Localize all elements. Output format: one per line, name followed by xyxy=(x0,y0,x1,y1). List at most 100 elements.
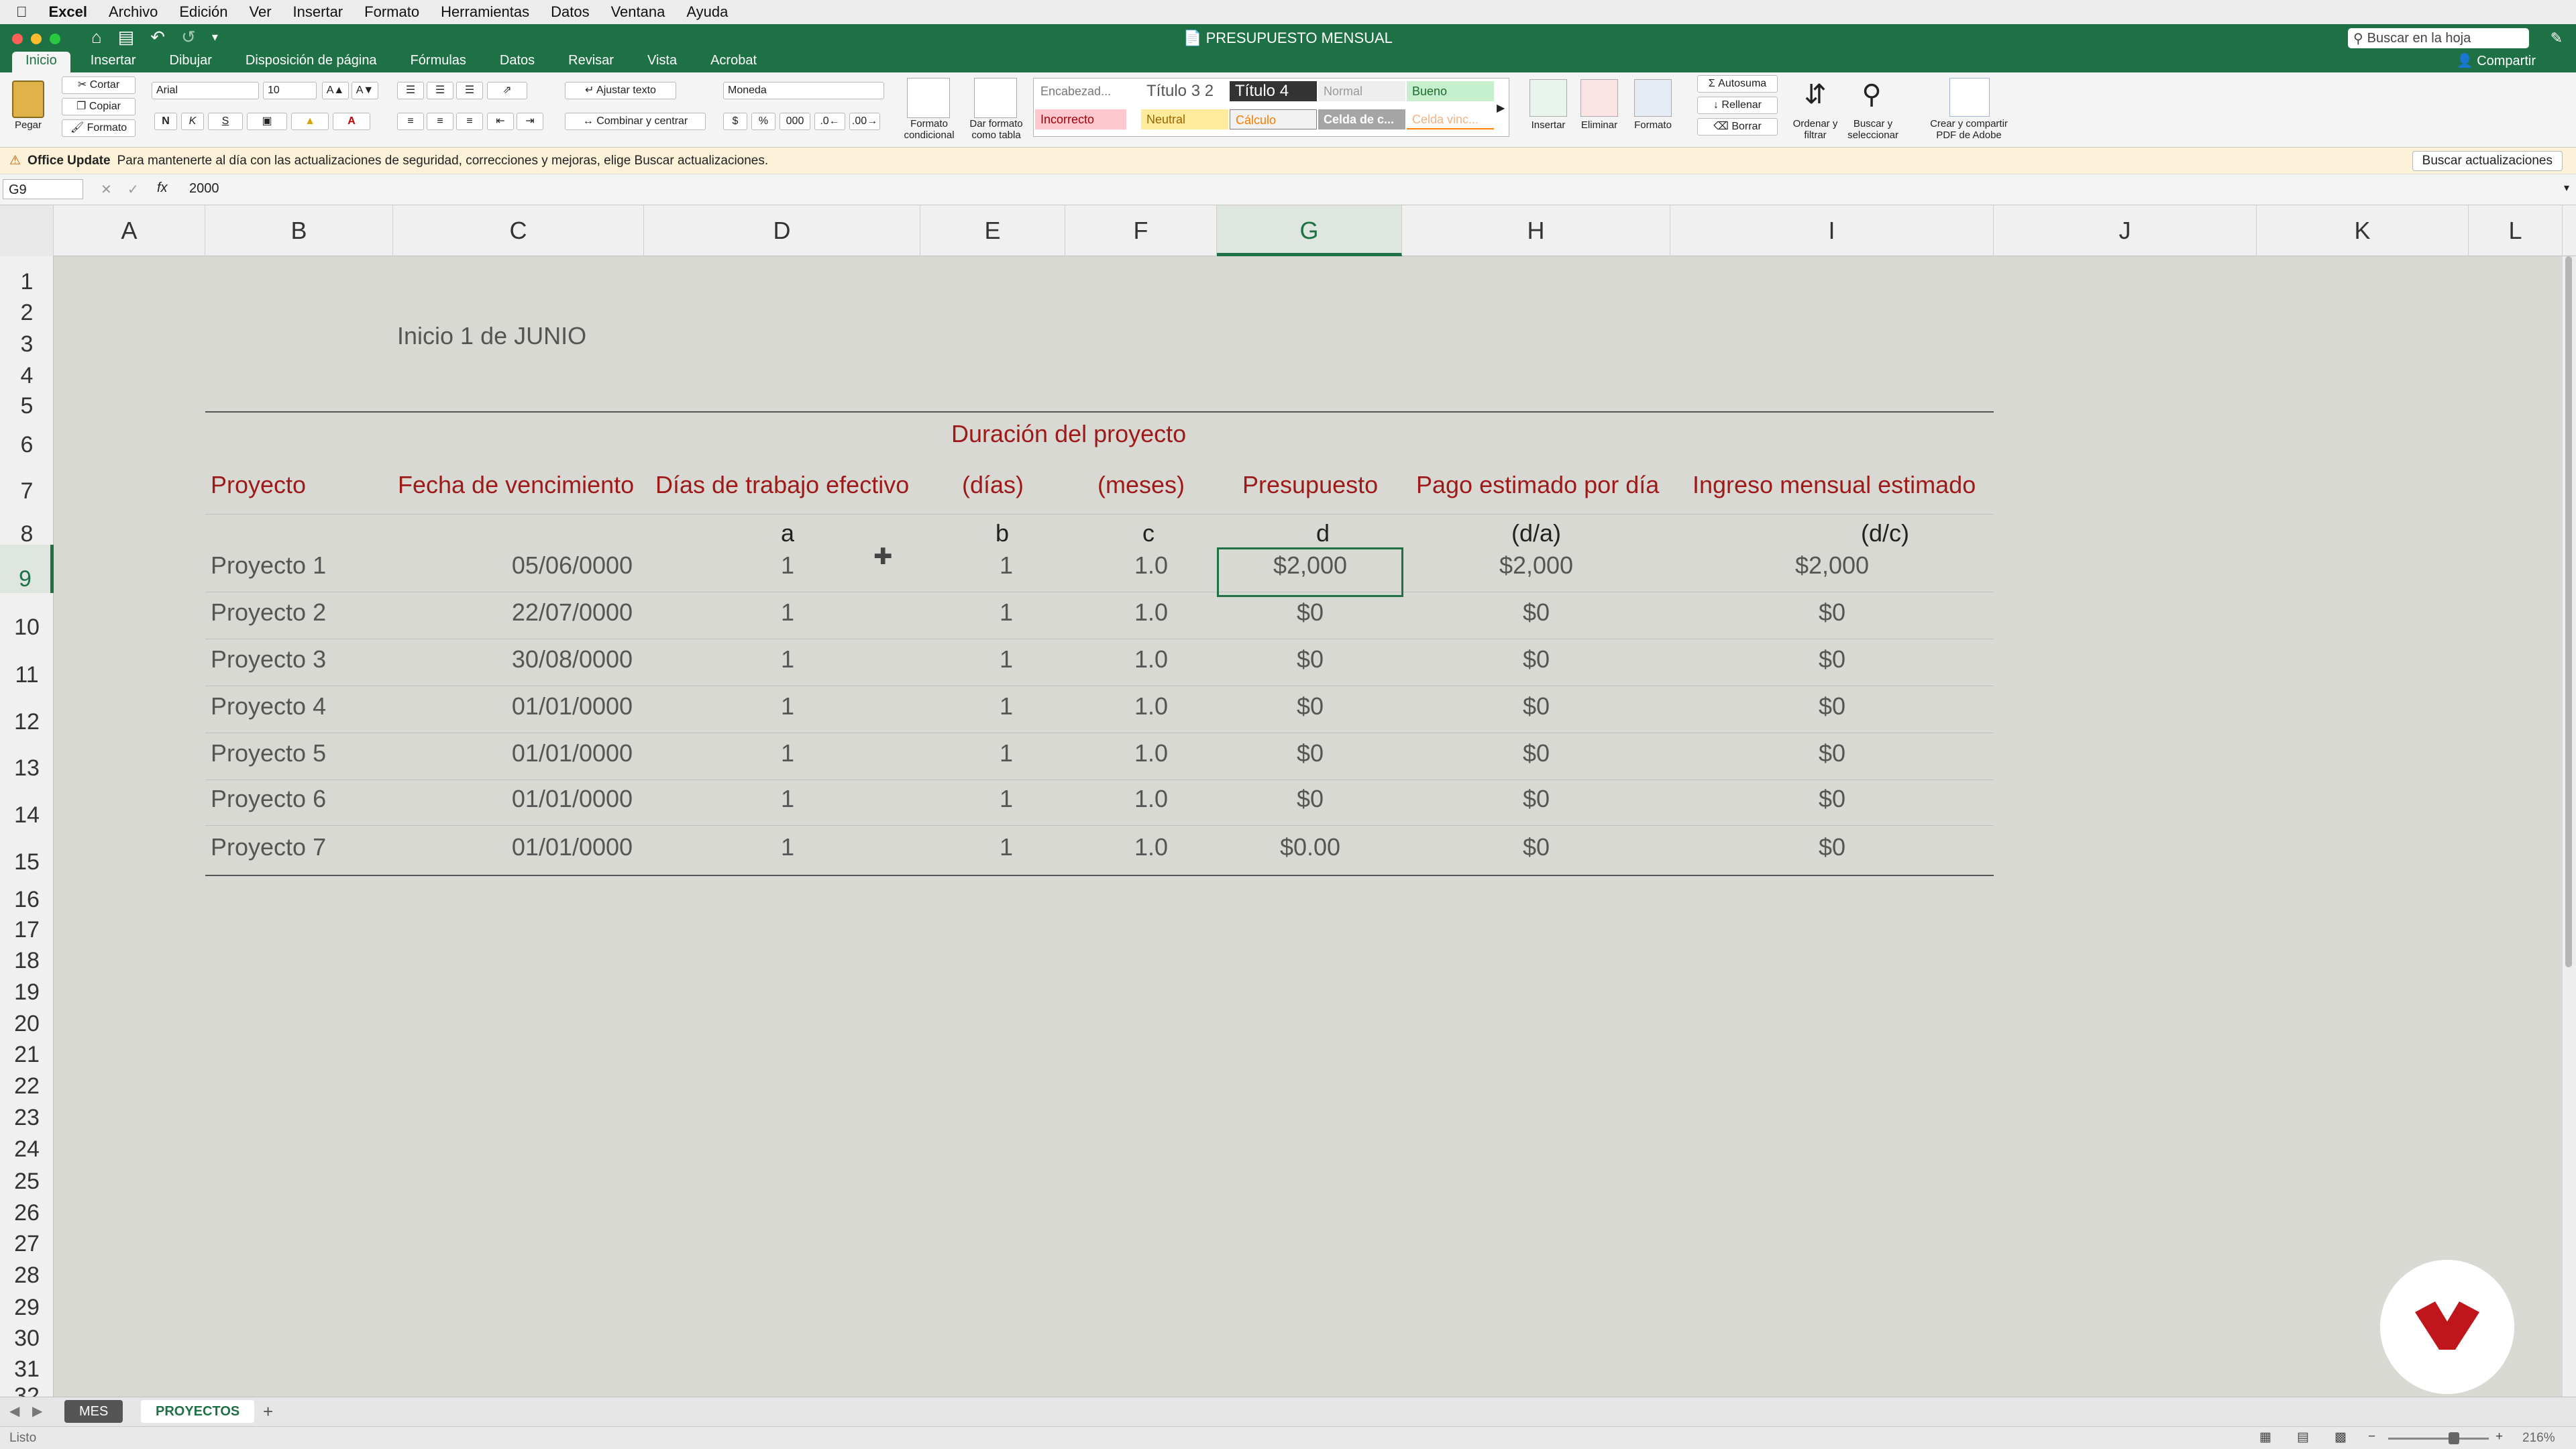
style-neutral[interactable]: Neutral xyxy=(1141,109,1228,129)
font-color-icon[interactable]: A xyxy=(333,113,370,130)
font-name-select[interactable]: Arial xyxy=(152,82,259,99)
header-meses[interactable]: (meses) xyxy=(1097,471,1185,499)
row-header[interactable]: 6 xyxy=(0,411,54,459)
scrollbar-thumb[interactable] xyxy=(2565,256,2572,967)
cell-proyecto[interactable]: Proyecto 7 xyxy=(211,833,385,861)
increase-decimal-icon[interactable]: .0← xyxy=(814,113,845,130)
row-header[interactable]: 3 xyxy=(0,319,54,357)
row-header[interactable]: 28 xyxy=(0,1249,54,1288)
header-presupuesto[interactable]: Presupuesto xyxy=(1242,471,1378,499)
zoom-out-icon[interactable]: − xyxy=(2368,1430,2375,1444)
cell-ingreso[interactable]: $0 xyxy=(1670,833,1994,861)
find-select-icon[interactable]: ⚲ xyxy=(1850,79,1893,117)
percent-button[interactable]: % xyxy=(751,113,775,130)
zoom-slider[interactable] xyxy=(2388,1438,2489,1440)
menu-ayuda[interactable]: Ayuda xyxy=(686,3,728,21)
bold-button[interactable]: N xyxy=(154,113,177,130)
row-header[interactable]: 23 xyxy=(0,1092,54,1130)
thousands-button[interactable]: 000 xyxy=(780,113,810,130)
cell-ingreso[interactable]: $0 xyxy=(1670,598,1994,627)
cell-ingreso[interactable]: $2,000 xyxy=(1670,551,1994,580)
cell-proyecto[interactable]: Proyecto 4 xyxy=(211,692,385,720)
copy-button[interactable]: ❐ Copiar xyxy=(62,98,136,115)
cell-dias-trabajo[interactable]: 1 xyxy=(698,785,877,813)
next-sheet-icon[interactable]: ▶ xyxy=(32,1403,42,1419)
cell-meses[interactable]: 1.0 xyxy=(1119,598,1183,627)
row-header[interactable]: 18 xyxy=(0,935,54,973)
cell-dias[interactable]: 1 xyxy=(974,645,1038,674)
cell-dias-trabajo[interactable]: 1 xyxy=(698,598,877,627)
fill-button[interactable]: ↓ Rellenar xyxy=(1697,97,1778,114)
vertical-scrollbar[interactable] xyxy=(2563,256,2576,1397)
fill-color-icon[interactable]: ▲ xyxy=(291,113,329,130)
cell-fecha[interactable]: 01/01/0000 xyxy=(447,833,698,861)
conditional-format-icon[interactable] xyxy=(907,78,950,118)
cell-fecha[interactable]: 01/01/0000 xyxy=(447,692,698,720)
sort-filter-icon[interactable]: ⇵ xyxy=(1794,79,1837,117)
header-fecha[interactable]: Fecha de vencimiento xyxy=(398,471,634,499)
tab-revisar[interactable]: Revisar xyxy=(555,52,627,72)
row-header[interactable]: 4 xyxy=(0,350,54,388)
decrease-indent-icon[interactable]: ⇤ xyxy=(487,113,514,130)
row-header[interactable]: 1 xyxy=(0,256,54,294)
cell-dias-trabajo[interactable]: 1 xyxy=(698,551,877,580)
cell-proyecto[interactable]: Proyecto 5 xyxy=(211,739,385,767)
cell-ingreso[interactable]: $0 xyxy=(1670,692,1994,720)
normal-view-icon[interactable]: ▦ xyxy=(2259,1430,2271,1445)
apple-icon[interactable]:  xyxy=(16,3,28,21)
menu-insertar[interactable]: Insertar xyxy=(293,3,343,21)
insert-cells-icon[interactable] xyxy=(1529,79,1567,117)
column-header-b[interactable]: B xyxy=(205,205,393,256)
cell-dias-trabajo[interactable]: 1 xyxy=(698,833,877,861)
select-all-corner[interactable] xyxy=(0,205,54,256)
merge-center-button[interactable]: ↔ Combinar y centrar xyxy=(565,113,706,130)
row-header[interactable]: 30 xyxy=(0,1313,54,1351)
row-header[interactable]: 12 xyxy=(0,688,54,735)
tab-datos[interactable]: Datos xyxy=(486,52,548,72)
header-dias-trabajo[interactable]: Días de trabajo efectivo xyxy=(655,471,909,499)
subheader-d[interactable]: d xyxy=(1309,519,1336,547)
header-ingreso[interactable]: Ingreso mensual estimado xyxy=(1693,471,1976,499)
cell-proyecto[interactable]: Proyecto 3 xyxy=(211,645,385,674)
cell-proyecto[interactable]: Proyecto 6 xyxy=(211,785,385,813)
tab-inicio[interactable]: Inicio xyxy=(12,52,70,72)
cell-dias-trabajo[interactable]: 1 xyxy=(698,692,877,720)
row-header[interactable]: 7 xyxy=(0,459,54,504)
autosum-button[interactable]: Σ Autosuma xyxy=(1697,75,1778,93)
cell-meses[interactable]: 1.0 xyxy=(1119,833,1183,861)
row-header[interactable]: 9 xyxy=(0,545,54,593)
cell-meses[interactable]: 1.0 xyxy=(1119,692,1183,720)
format-cells-icon[interactable] xyxy=(1634,79,1672,117)
cell-dias[interactable]: 1 xyxy=(974,785,1038,813)
style-calculo[interactable]: Cálculo xyxy=(1230,109,1317,129)
number-format-select[interactable]: Moneda xyxy=(723,82,884,99)
cell-presupuesto[interactable]: $0 xyxy=(1217,785,1403,813)
column-header-i[interactable]: I xyxy=(1670,205,1994,256)
align-right-icon[interactable]: ≡ xyxy=(456,113,483,130)
menu-datos[interactable]: Datos xyxy=(551,3,589,21)
underline-button[interactable]: S xyxy=(208,113,243,130)
cell-ingreso[interactable]: $0 xyxy=(1670,739,1994,767)
cell-pago-dia[interactable]: $0 xyxy=(1402,645,1670,674)
gallery-more-icon[interactable]: ▶ xyxy=(1497,101,1505,115)
wrap-text-button[interactable]: ↵ Ajustar texto xyxy=(565,82,676,99)
menu-excel[interactable]: Excel xyxy=(49,3,88,21)
cell-pago-dia[interactable]: $0 xyxy=(1402,833,1670,861)
decrease-decimal-icon[interactable]: .00→ xyxy=(849,113,880,130)
column-header-d[interactable]: D xyxy=(644,205,920,256)
menu-ver[interactable]: Ver xyxy=(250,3,272,21)
cell-meses[interactable]: 1.0 xyxy=(1119,785,1183,813)
style-encabezado[interactable]: Encabezad... xyxy=(1035,81,1126,101)
row-header[interactable]: 14 xyxy=(0,781,54,829)
row-header[interactable]: 26 xyxy=(0,1187,54,1226)
cell-proyecto[interactable]: Proyecto 1 xyxy=(211,551,385,580)
cell-dias[interactable]: 1 xyxy=(974,833,1038,861)
column-header-e[interactable]: E xyxy=(920,205,1065,256)
align-left-icon[interactable]: ≡ xyxy=(397,113,424,130)
style-titulo3[interactable]: Título 3 2 xyxy=(1141,81,1228,101)
cell-dias[interactable]: 1 xyxy=(974,739,1038,767)
subheader-c[interactable]: c xyxy=(1135,519,1162,547)
subheader-da[interactable]: (d/a) xyxy=(1483,519,1590,547)
cell-ingreso[interactable]: $0 xyxy=(1670,785,1994,813)
zoom-level[interactable]: 216% xyxy=(2522,1431,2555,1446)
